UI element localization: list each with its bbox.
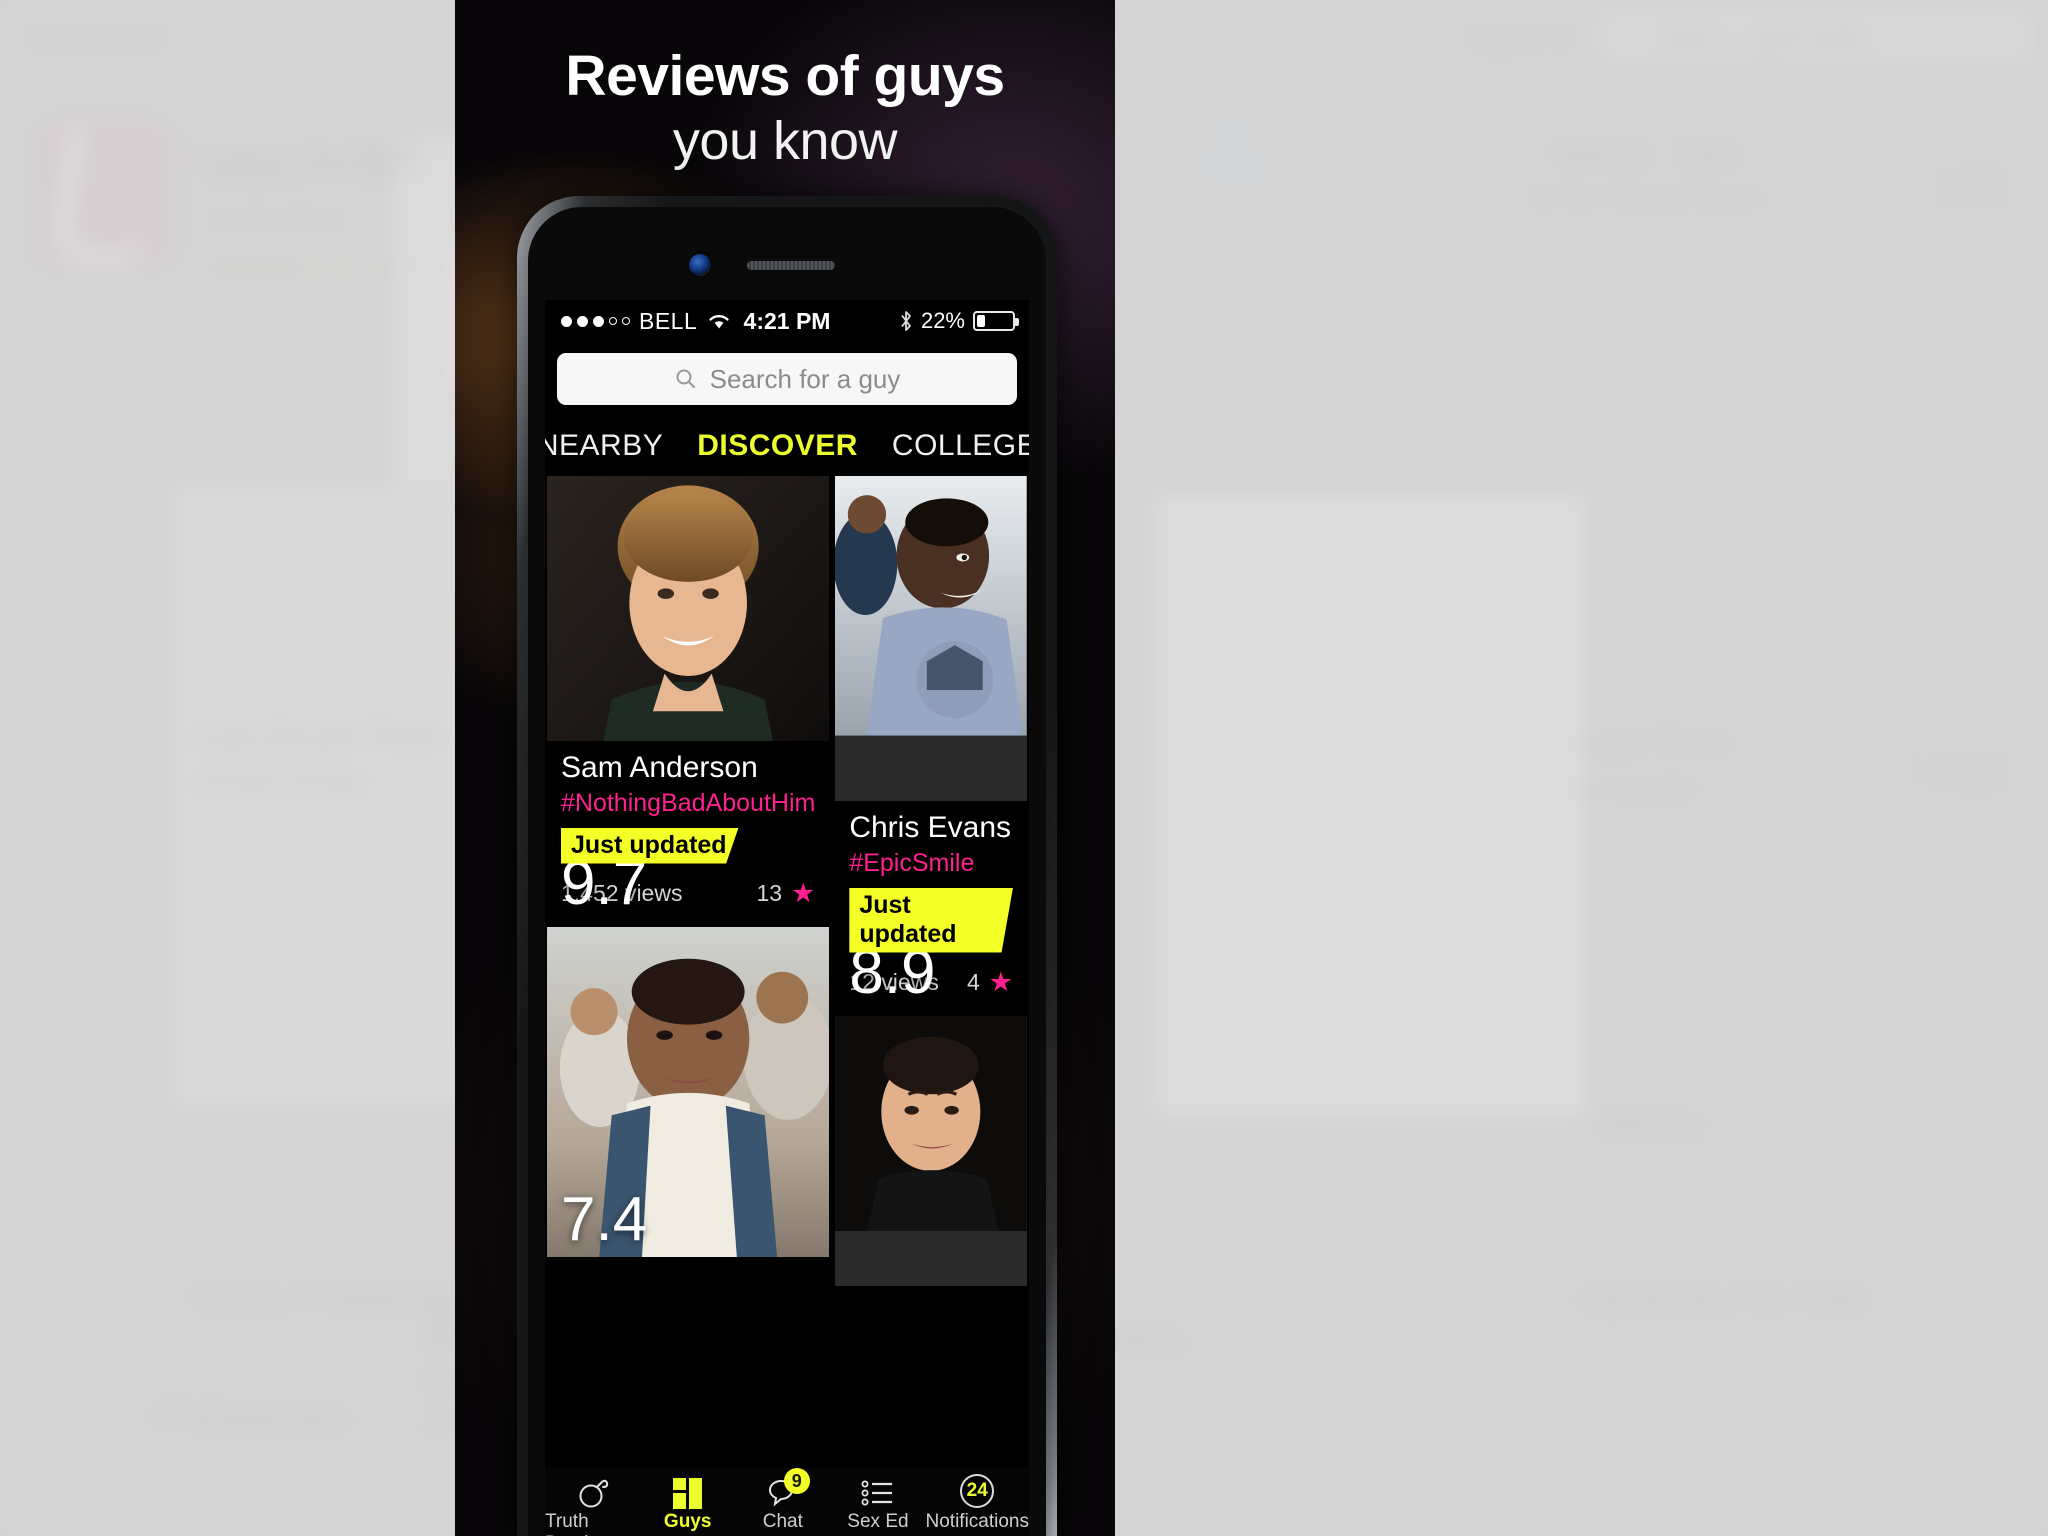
grid-icon <box>672 1474 703 1509</box>
nav-item-guys[interactable]: Guys <box>640 1474 735 1533</box>
nav-label: Truth Bombs <box>545 1511 604 1536</box>
nav-item-notifications[interactable]: 24 Notifications <box>925 1474 1030 1533</box>
nav-label: Notifications <box>925 1511 1030 1532</box>
bg-app-icon <box>28 118 180 270</box>
promo-panel: Reviews of guys you know BELL 4:21 PM 22… <box>455 0 1115 1536</box>
guy-stars-number: 4 <box>966 968 980 995</box>
bg-list-row-title: Mania - free <box>1555 135 1737 173</box>
bg-left-row-title: Lulu Brush Time <box>195 718 441 756</box>
portrait-image <box>835 1015 1027 1232</box>
bg-cancel-button[interactable]: Cancel <box>30 12 167 62</box>
bg-philippines-text: Philippines <box>155 1395 349 1439</box>
category-tab-bar: V NEARBY DISCOVER COLLEGE A <box>545 416 1029 476</box>
status-bar: BELL 4:21 PM 22% <box>545 300 1029 342</box>
bg-list-row-sub-2: te studio <box>1580 772 1694 805</box>
bg-get-label-2: GET <box>1952 760 2003 787</box>
search-bar-container: Search for a guy <box>545 342 1029 416</box>
circle-badge-icon: 24 <box>960 1474 995 1508</box>
grid-column-left: 9.7 Sam Anderson #NothingBadAboutHim Jus… <box>547 476 830 1468</box>
guy-meta: Sam Anderson #NothingBadAboutHim Just up… <box>547 741 829 864</box>
bg-left-row-sub: anette studio <box>195 765 367 798</box>
guy-photo <box>835 1015 1027 1286</box>
tab-nearby[interactable]: NEARBY <box>545 429 663 463</box>
battery-percent-label: 22% <box>920 308 965 333</box>
guy-hashtag: #EpicSmile <box>849 848 975 877</box>
nav-item-chat[interactable]: 9 Chat <box>735 1468 830 1533</box>
promo-headline-line2: you know <box>672 111 898 171</box>
bottom-tab-bar: Truth Bombs Guys 9 Chat <box>545 1468 1029 1536</box>
bg-list-row-sub: st fun board dash… <box>1530 180 1792 213</box>
search-input[interactable]: Search for a guy <box>557 353 1017 405</box>
tab-college[interactable]: COLLEGE <box>892 429 1029 463</box>
guy-meta: Chris Evans #EpicSmile Just updated <box>835 801 1027 953</box>
battery-icon <box>973 311 1019 331</box>
guy-card[interactable]: 9.7 Sam Anderson #NothingBadAboutHim Jus… <box>547 476 830 921</box>
guy-photo <box>835 476 1027 801</box>
search-icon <box>676 369 695 388</box>
bg-app-developer: Luluvise <box>210 196 343 237</box>
notifications-count: 24 <box>960 1474 995 1508</box>
nav-label: Chat <box>762 1511 803 1532</box>
guy-name: Sam Anderson <box>561 751 758 784</box>
bomb-icon <box>576 1474 610 1508</box>
bg-search-value: lulu – girl talk <box>1665 18 1864 56</box>
guy-photo <box>547 476 830 741</box>
tab-discover[interactable]: DISCOVER <box>697 429 858 463</box>
bg-screenshot-panel-3 <box>1155 495 1585 1115</box>
phone-mockup: BELL 4:21 PM 22% Search for a guy NEARBY… <box>517 196 1057 1536</box>
promo-headline-line1: Reviews of guys <box>565 44 1005 108</box>
guy-stars-number: 13 <box>756 879 783 906</box>
earpiece-speaker <box>747 261 835 270</box>
search-placeholder: Search for a guy <box>709 363 901 394</box>
portrait-image <box>547 476 830 741</box>
bg-left-row-title-0: Lulu – Girl Talk <box>195 140 420 178</box>
guy-hashtag: #NothingBadAboutHim <box>561 788 816 817</box>
chat-badge: 9 <box>783 1468 810 1494</box>
bg-get-label: GET <box>1952 174 2003 201</box>
bg-list-row-title-2: rush Time <box>1580 725 1730 763</box>
just-updated-badge: Just updated <box>561 827 739 864</box>
bg-advice-text: Advice <box>1600 1105 1703 1143</box>
star-icon: ★ <box>988 966 1013 997</box>
guy-star-count: 13 ★ <box>757 878 816 909</box>
front-camera-icon <box>689 254 711 276</box>
bg-rating-stars: ★★★☆☆ <box>210 251 365 284</box>
guy-card[interactable]: 7.4 <box>547 926 830 1257</box>
bg-list-row-title-3: ing Books For Kids - <box>1580 1280 1887 1318</box>
bg-get-button-2[interactable]: GET <box>1930 752 2025 796</box>
star-icon: ★ <box>791 877 816 908</box>
just-updated-badge: Just updated <box>849 887 1013 953</box>
guy-card[interactable] <box>835 1015 1027 1286</box>
grid-column-right: 8.9 Chris Evans #EpicSmile Just updated … <box>835 476 1027 1468</box>
guy-star-count: 4 ★ <box>967 967 1013 998</box>
status-bar-right: 22% <box>899 308 1019 334</box>
guy-card-grid: 9.7 Sam Anderson #NothingBadAboutHim Jus… <box>545 476 1029 1468</box>
guy-name: Chris Evans <box>849 811 1012 844</box>
guy-score: 7.4 <box>561 1184 648 1254</box>
bluetooth-icon <box>901 311 911 331</box>
nav-item-sex-ed[interactable]: Sex Ed <box>830 1474 925 1533</box>
nav-label: Sex Ed <box>847 1511 909 1532</box>
guy-card[interactable]: 8.9 Chris Evans #EpicSmile Just updated … <box>835 476 1027 1010</box>
chat-bubble-icon: 9 <box>765 1468 810 1508</box>
bg-get-button[interactable]: GET <box>1930 166 2025 210</box>
phone-screen: BELL 4:21 PM 22% Search for a guy NEARBY… <box>545 300 1029 1536</box>
bg-ages-filter[interactable]: Ages ▾ <box>1467 18 1571 58</box>
nav-label: Guys <box>663 1511 712 1532</box>
share-icon[interactable] <box>1195 112 1275 192</box>
portrait-image <box>835 476 1027 736</box>
bg-left-row-title-2: looloo Philippines <box>195 1280 460 1318</box>
list-icon <box>860 1474 896 1508</box>
nav-item-truth-bombs[interactable]: Truth Bombs <box>545 1474 640 1536</box>
bg-left-get-button[interactable] <box>1825 745 1920 789</box>
